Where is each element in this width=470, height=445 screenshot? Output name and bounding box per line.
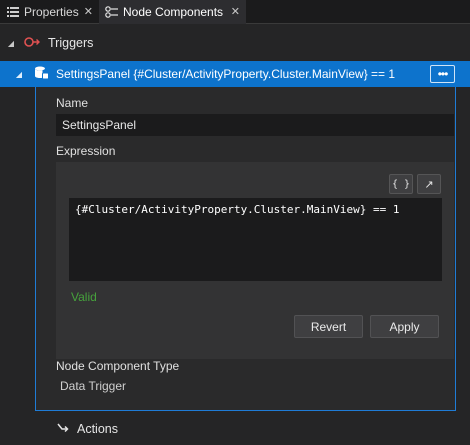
panel-gutter [456, 87, 470, 411]
binding-braces-button[interactable]: { } [389, 174, 413, 194]
name-field[interactable] [56, 114, 454, 136]
tab-strip: Properties ✕ Node Components ✕ [0, 0, 470, 24]
triggers-label: Triggers [48, 36, 94, 50]
trigger-details-panel: Name Expression { } ↗ {#Cluster/Activity… [35, 87, 456, 411]
triggers-header[interactable]: ◢ Triggers [0, 29, 470, 57]
expression-field[interactable]: {#Cluster/ActivityProperty.Cluster.MainV… [69, 198, 442, 281]
expression-editor: { } ↗ {#Cluster/ActivityProperty.Cluster… [56, 162, 454, 359]
close-icon[interactable]: ✕ [84, 5, 93, 18]
action-arrow-icon [57, 422, 69, 437]
apply-button[interactable]: Apply [370, 315, 439, 338]
name-label: Name [56, 96, 89, 110]
tab-properties[interactable]: Properties ✕ [0, 0, 98, 24]
trigger-item-label: SettingsPanel {#Cluster/ActivityProperty… [56, 67, 396, 81]
actions-header[interactable]: Actions [0, 415, 470, 443]
node-component-type-label: Node Component Type [56, 359, 180, 373]
revert-button[interactable]: Revert [294, 315, 363, 338]
validation-status: Valid [71, 290, 97, 304]
trigger-item-settingspanel[interactable]: ◢ SettingsPanel {#Cluster/ActivityProper… [0, 61, 470, 87]
collapse-caret-icon[interactable]: ◢ [6, 38, 16, 48]
tab-node-components-label: Node Components [123, 5, 224, 19]
expression-label: Expression [56, 144, 116, 158]
trigger-icon [24, 36, 40, 51]
more-options-button[interactable]: ••• [430, 65, 455, 83]
actions-label: Actions [77, 422, 118, 436]
list-icon [6, 6, 20, 18]
popout-editor-button[interactable]: ↗ [417, 174, 441, 194]
node-component-type-value: Data Trigger [60, 379, 127, 393]
data-trigger-icon [33, 65, 49, 84]
node-components-icon [105, 6, 119, 18]
close-icon[interactable]: ✕ [231, 5, 240, 18]
tab-properties-label: Properties [24, 5, 79, 19]
collapse-caret-icon[interactable]: ◢ [14, 69, 24, 79]
tab-node-components[interactable]: Node Components ✕ [99, 0, 246, 24]
